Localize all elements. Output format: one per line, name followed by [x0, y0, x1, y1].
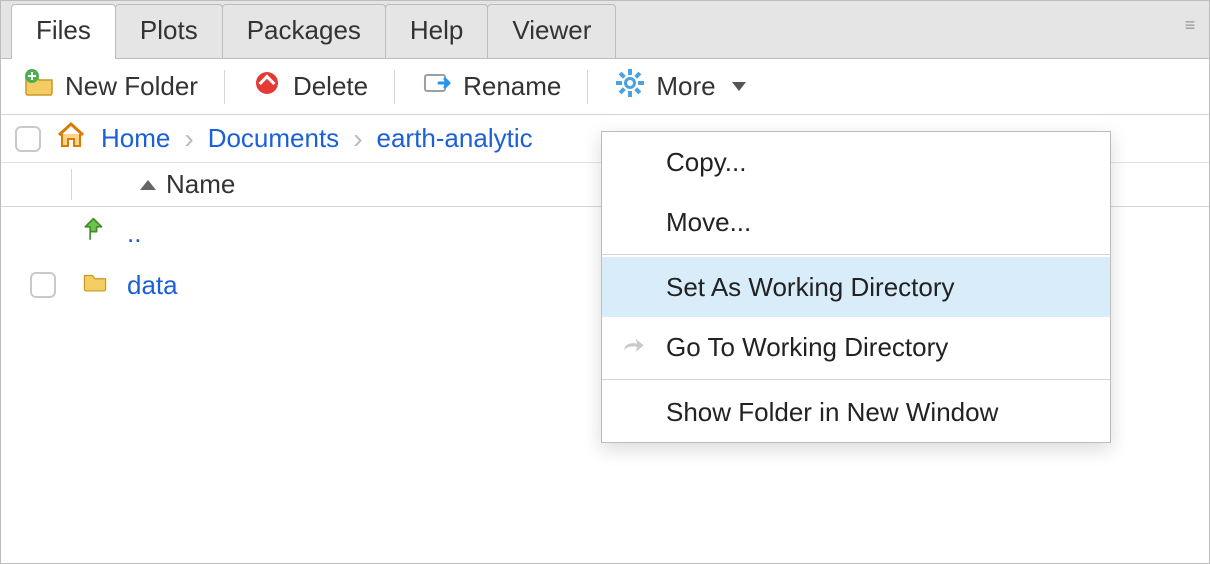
breadcrumb-home[interactable]: Home	[101, 123, 170, 154]
tab-files[interactable]: Files	[11, 4, 116, 58]
gear-icon	[614, 67, 646, 106]
menu-item-show-window[interactable]: Show Folder in New Window	[602, 382, 1110, 442]
toolbar-separator	[224, 70, 225, 104]
more-button[interactable]: More	[604, 63, 755, 110]
tab-packages[interactable]: Packages	[222, 4, 386, 58]
up-arrow-icon	[82, 217, 108, 250]
menu-separator	[602, 254, 1110, 255]
tab-label-viewer: Viewer	[512, 15, 591, 45]
rename-button[interactable]: Rename	[411, 63, 571, 110]
menu-item-move[interactable]: Move...	[602, 192, 1110, 252]
files-pane: Files Plots Packages Help Viewer ≡ New F…	[0, 0, 1210, 564]
home-icon[interactable]	[55, 119, 87, 158]
rename-label: Rename	[463, 71, 561, 102]
menu-item-label: Go To Working Directory	[666, 332, 948, 363]
tab-label-packages: Packages	[247, 15, 361, 45]
column-header-name-label: Name	[166, 169, 235, 200]
folder-icon	[82, 269, 108, 302]
tab-label-plots: Plots	[140, 15, 198, 45]
menu-item-label: Show Folder in New Window	[666, 397, 998, 428]
delete-label: Delete	[293, 71, 368, 102]
new-folder-label: New Folder	[65, 71, 198, 102]
breadcrumb-separator-icon: ›	[353, 123, 362, 155]
tab-help[interactable]: Help	[385, 4, 488, 58]
select-all-checkbox[interactable]	[15, 126, 41, 152]
menu-item-set-wd[interactable]: Set As Working Directory	[602, 257, 1110, 317]
pane-tabs: Files Plots Packages Help Viewer ≡	[1, 1, 1209, 59]
more-dropdown-menu: Copy... Move... Set As Working Directory…	[601, 131, 1111, 443]
menu-separator	[602, 379, 1110, 380]
toolbar-separator	[587, 70, 588, 104]
toolbar-separator	[394, 70, 395, 104]
more-label: More	[656, 71, 715, 102]
breadcrumb-documents[interactable]: Documents	[208, 123, 340, 154]
rename-icon	[421, 67, 453, 106]
tab-viewer[interactable]: Viewer	[487, 4, 616, 58]
parent-dir-label: ..	[127, 218, 141, 248]
breadcrumb-earth-analytics[interactable]: earth-analytic	[377, 123, 533, 154]
pane-grip-icon[interactable]: ≡	[1173, 11, 1209, 36]
delete-button[interactable]: Delete	[241, 63, 378, 110]
new-folder-icon	[23, 67, 55, 106]
tab-plots[interactable]: Plots	[115, 4, 223, 58]
dropdown-caret-icon	[732, 82, 746, 91]
files-toolbar: New Folder Delete Rename More	[1, 59, 1209, 115]
menu-item-label: Move...	[666, 207, 751, 238]
file-name: data	[127, 270, 178, 300]
menu-item-copy[interactable]: Copy...	[602, 132, 1110, 192]
tab-label-help: Help	[410, 15, 463, 45]
goto-arrow-icon	[620, 333, 648, 361]
sort-ascending-icon	[140, 180, 156, 190]
menu-item-goto-wd[interactable]: Go To Working Directory	[602, 317, 1110, 377]
menu-item-label: Copy...	[666, 147, 746, 178]
row-checkbox[interactable]	[30, 272, 56, 298]
delete-icon	[251, 67, 283, 106]
menu-item-label: Set As Working Directory	[666, 272, 955, 303]
tab-label-files: Files	[36, 15, 91, 45]
new-folder-button[interactable]: New Folder	[13, 63, 208, 110]
breadcrumb-separator-icon: ›	[184, 123, 193, 155]
